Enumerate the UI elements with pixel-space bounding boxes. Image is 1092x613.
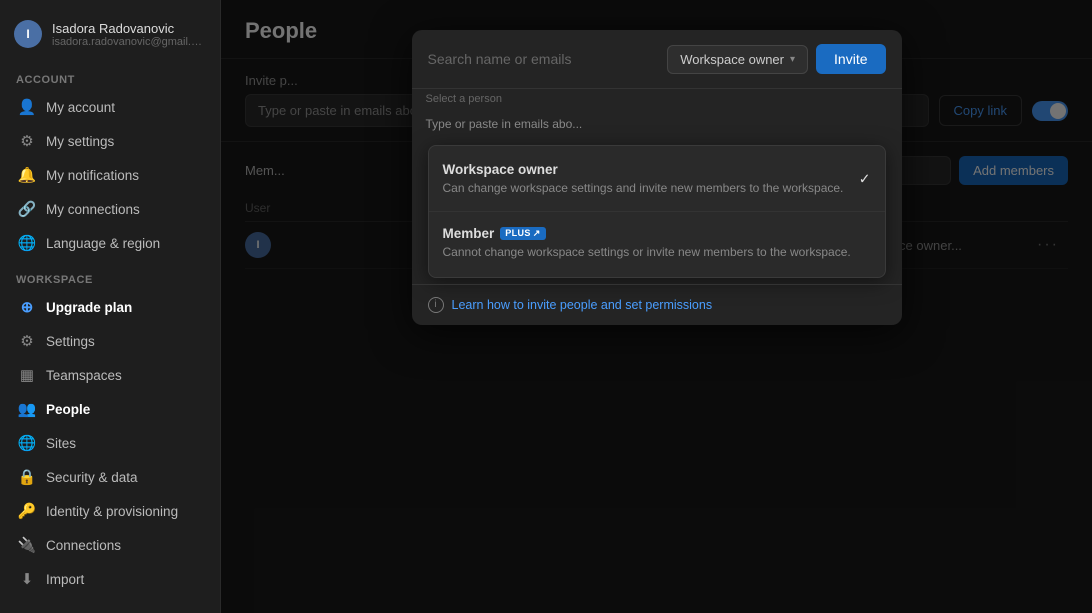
sidebar-item-label: Teamspaces [46, 368, 122, 383]
option-desc: Cannot change workspace settings or invi… [443, 244, 871, 261]
sidebar-item-people[interactable]: 👥 People [4, 393, 216, 425]
grid-icon: ▦ [18, 366, 36, 384]
chevron-down-icon: ▾ [790, 54, 795, 65]
sidebar-item-label: My connections [46, 202, 140, 217]
role-dropdown-button[interactable]: Workspace owner ▾ [667, 45, 808, 74]
info-icon: i [428, 297, 444, 313]
modal-overlay: Workspace owner ▾ Invite Select a person… [221, 0, 1092, 613]
footer-link[interactable]: Learn how to invite people and set permi… [452, 298, 713, 312]
avatar: I [14, 20, 42, 48]
sidebar-item-label: Settings [46, 334, 95, 349]
lock-icon: 🔒 [18, 468, 36, 486]
sidebar-item-my-account[interactable]: 👤 My account [4, 91, 216, 123]
sidebar-item-label: Language & region [46, 236, 160, 251]
user-email: isadora.radovanovic@gmail.com [52, 36, 206, 48]
sidebar-item-label: Sites [46, 436, 76, 451]
sidebar-item-my-connections[interactable]: 🔗 My connections [4, 193, 216, 225]
divider [429, 211, 885, 212]
modal-top-bar: Workspace owner ▾ Invite [412, 30, 902, 89]
check-icon: ✓ [859, 171, 871, 188]
sidebar-item-import[interactable]: ⬇ Import [4, 563, 216, 595]
sidebar-item-identity-provisioning[interactable]: 🔑 Identity & provisioning [4, 495, 216, 527]
sidebar-user-profile[interactable]: I Isadora Radovanovic isadora.radovanovi… [0, 12, 220, 56]
bell-icon: 🔔 [18, 166, 36, 184]
sidebar-item-label: My settings [46, 134, 114, 149]
sidebar-item-label: Security & data [46, 470, 138, 485]
plug-icon: 🔌 [18, 536, 36, 554]
sidebar-item-label: My notifications [46, 168, 139, 183]
option-title: Workspace owner [443, 162, 871, 177]
sidebar-item-label: Upgrade plan [46, 300, 132, 315]
plus-badge: PLUS ↗ [500, 227, 545, 240]
key-icon: 🔑 [18, 502, 36, 520]
invite-button[interactable]: Invite [816, 44, 885, 74]
main-content: People Invite p... Type or paste in emai… [221, 0, 1092, 613]
upgrade-icon: ⊕ [18, 298, 36, 316]
person-icon: 👤 [18, 98, 36, 116]
sidebar-item-teamspaces[interactable]: ▦ Teamspaces [4, 359, 216, 391]
sidebar-item-label: People [46, 402, 90, 417]
people-icon: 👥 [18, 400, 36, 418]
invite-modal: Workspace owner ▾ Invite Select a person… [412, 30, 902, 325]
dropdown-hint-paste: Type or paste in emails abo... [412, 113, 902, 139]
dropdown-option-member[interactable]: Member PLUS ↗ Cannot change workspace se… [429, 216, 885, 271]
globe-icon: 🌐 [18, 234, 36, 252]
link-icon: 🔗 [18, 200, 36, 218]
sidebar-item-security-data[interactable]: 🔒 Security & data [4, 461, 216, 493]
dropdown-hint-select: Select a person [412, 89, 902, 113]
option-title: Member PLUS ↗ [443, 226, 871, 241]
user-name: Isadora Radovanovic [52, 21, 206, 36]
modal-footer: i Learn how to invite people and set per… [412, 284, 902, 325]
external-link-icon: ↗ [533, 228, 541, 239]
sidebar-item-sites[interactable]: 🌐 Sites [4, 427, 216, 459]
sidebar-item-label: Identity & provisioning [46, 504, 178, 519]
sidebar-item-my-settings[interactable]: ⚙ My settings [4, 125, 216, 157]
import-icon: ⬇ [18, 570, 36, 588]
role-dropdown-panel: Workspace owner Can change workspace set… [428, 145, 886, 278]
sidebar-item-label: Import [46, 572, 84, 587]
account-section-label: Account [0, 66, 220, 90]
sidebar-item-label: My account [46, 100, 115, 115]
sidebar-item-upgrade-plan[interactable]: ⊕ Upgrade plan [4, 291, 216, 323]
sidebar-item-label: Connections [46, 538, 121, 553]
sidebar: I Isadora Radovanovic isadora.radovanovi… [0, 0, 221, 613]
dropdown-option-workspace-owner[interactable]: Workspace owner Can change workspace set… [429, 152, 885, 207]
modal-search-input[interactable] [428, 51, 660, 67]
role-dropdown-label: Workspace owner [680, 52, 784, 67]
sidebar-item-language-region[interactable]: 🌐 Language & region [4, 227, 216, 259]
sidebar-item-my-notifications[interactable]: 🔔 My notifications [4, 159, 216, 191]
settings-icon: ⚙ [18, 132, 36, 150]
sidebar-item-settings[interactable]: ⚙ Settings [4, 325, 216, 357]
workspace-section-label: Workspace [0, 266, 220, 290]
sidebar-item-connections[interactable]: 🔌 Connections [4, 529, 216, 561]
sites-icon: 🌐 [18, 434, 36, 452]
gear-icon: ⚙ [18, 332, 36, 350]
option-desc: Can change workspace settings and invite… [443, 180, 871, 197]
